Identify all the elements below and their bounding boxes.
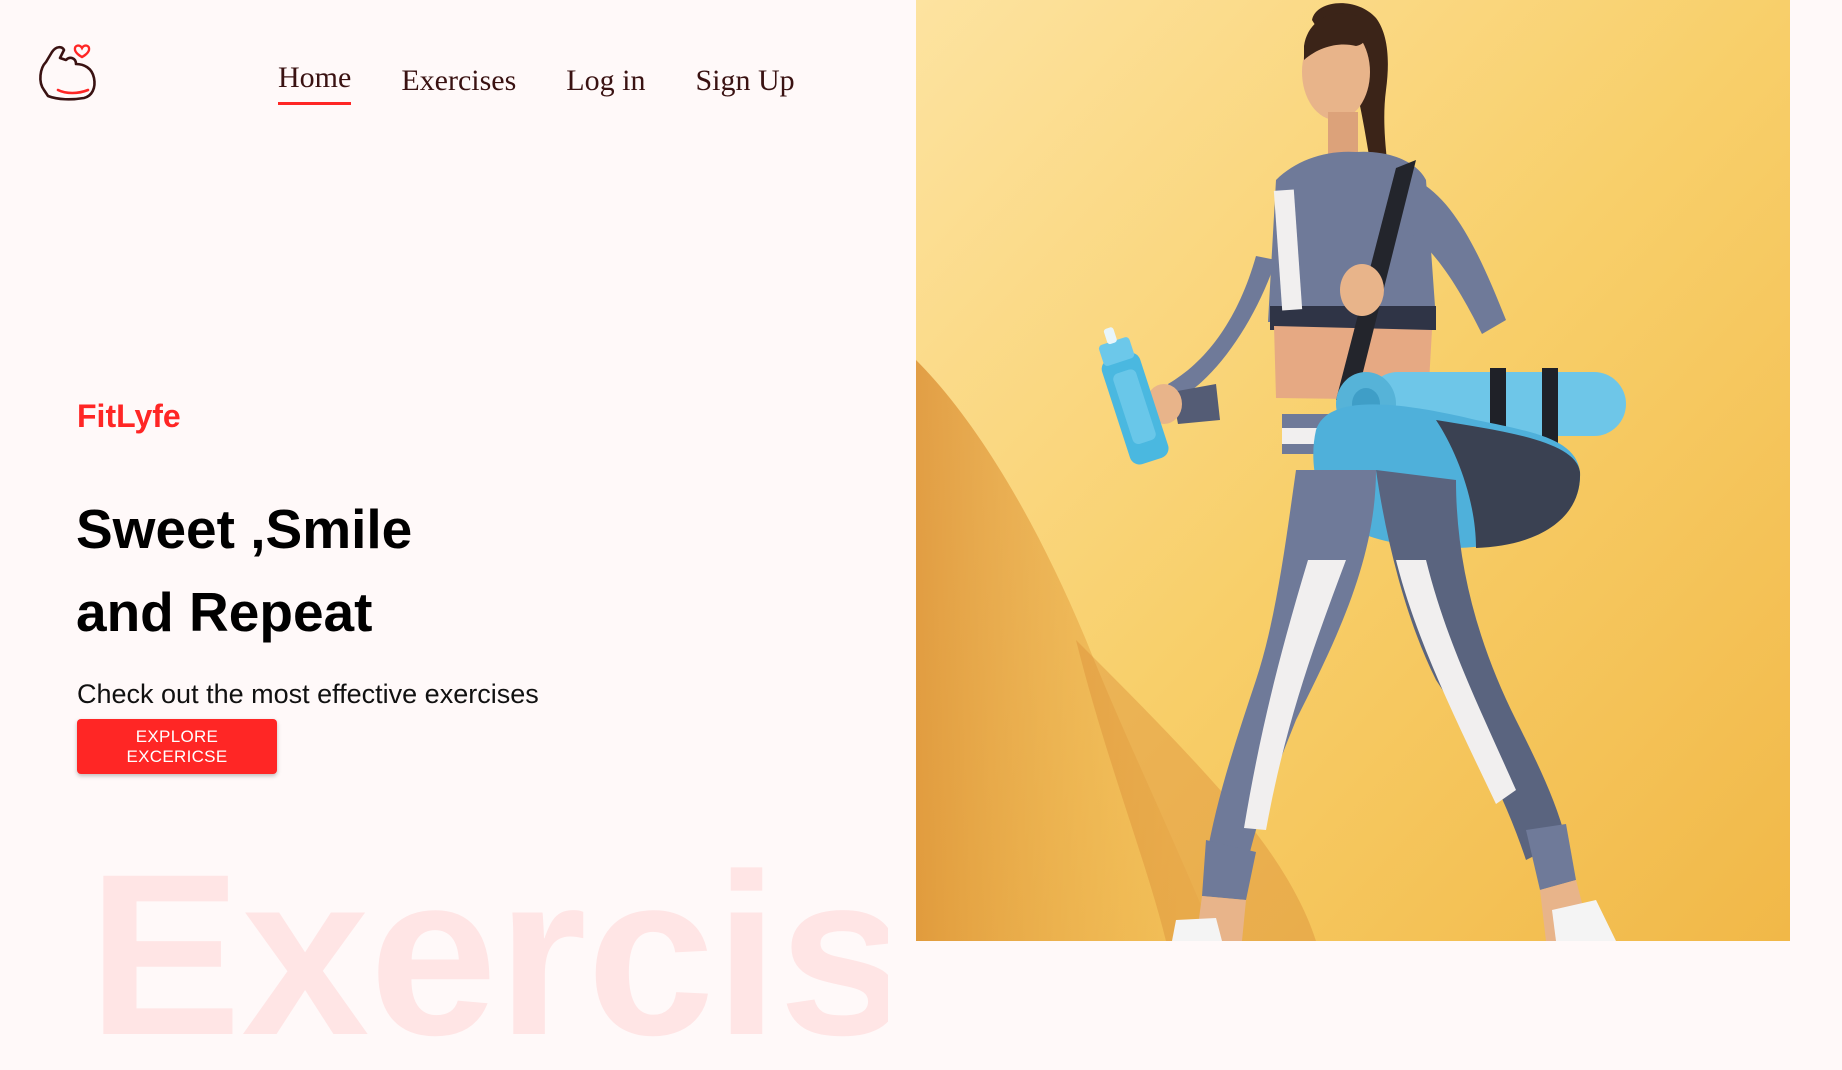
flexed-arm-heart-icon[interactable] (36, 38, 102, 104)
headline-line-2: and Repeat (76, 581, 373, 643)
hero-illustration (916, 0, 1790, 941)
hero-subtitle: Check out the most effective exercises (77, 679, 539, 709)
nav-link-login[interactable]: Log in (566, 62, 645, 108)
brand-name: FitLyfe (77, 398, 181, 434)
woman-walking-with-gym-bag-image (916, 0, 1790, 941)
landing-page: Home Exercises Log in Sign Up FitLyfe Sw… (0, 0, 1842, 1070)
page-right-margin (1790, 0, 1842, 941)
hero-headline: Sweet ,Smile and Repeat (76, 488, 776, 654)
explore-exercise-button[interactable]: EXPLORE EXCERICSE (77, 719, 277, 774)
nav-link-exercises[interactable]: Exercises (401, 62, 516, 108)
main-nav: Home Exercises Log in Sign Up (278, 59, 795, 108)
headline-line-1: Sweet ,Smile (76, 498, 413, 560)
background-watermark-text: Exercise (88, 840, 888, 1070)
nav-link-home[interactable]: Home (278, 59, 352, 105)
nav-link-signup[interactable]: Sign Up (695, 62, 794, 108)
logo-graphic (39, 44, 96, 101)
